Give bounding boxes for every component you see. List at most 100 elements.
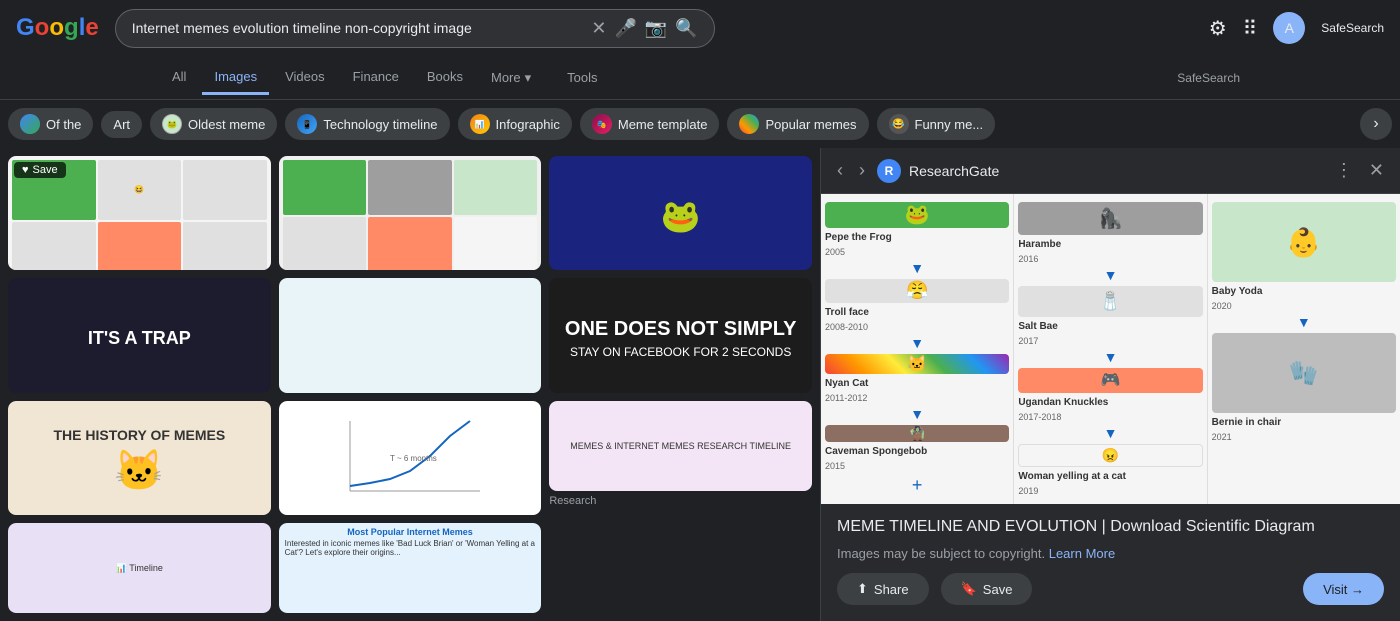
safesearch-label: SafeSearch [1321,21,1384,35]
save-button[interactable]: 🔖 Save [941,573,1033,605]
plus-icon: + [825,475,1009,496]
image-thumbnail-1: ♥ Save 😆 [8,156,271,270]
panel-header: ‹ › R ResearchGate ⋮ ✕ [821,148,1400,194]
ugandan-img: 🎮 [1018,368,1202,393]
learn-more-link[interactable]: Learn More [1049,546,1115,561]
nav-tabs: All Images Videos Finance Books More ▾ T… [0,56,1400,100]
chip-popular-icon [739,114,759,134]
tab-images[interactable]: Images [202,61,269,95]
chip-oldest-meme[interactable]: 🐸 Oldest meme [150,108,277,140]
chip-funny-memes[interactable]: 😂 Funny me... [877,108,996,140]
image-thumbnail-9: MEMES & INTERNET MEMES RESEARCH TIMELINE [549,401,812,491]
image-result-1[interactable]: ♥ Save 😆 R ResearchGate MEME TIMELINE AN… [8,156,271,270]
image-result-7[interactable]: THE HISTORY OF MEMES 🐱 ▼ Interrobang The… [8,401,271,515]
image-thumbnail-7: THE HISTORY OF MEMES 🐱 [8,401,271,515]
tools-button[interactable]: Tools [555,62,609,93]
chip-oldest-meme-icon: 🐸 [162,114,182,134]
panel-image-area: 🐸 Pepe the Frog 2005 ▼ 😤 Troll face 2008… [821,194,1400,504]
chip-infographic-icon: 📊 [470,114,490,134]
panel-copyright: Images may be subject to copyright. Lear… [837,546,1384,561]
chip-of-the-icon [20,114,40,134]
image-result-11[interactable]: Most Popular Internet Memes Interested i… [279,523,542,613]
image-thumbnail-10: 📊 Timeline [8,523,271,613]
heart-icon: ♥ [22,164,29,176]
apps-icon[interactable]: ⠿ [1243,16,1258,41]
woman-img: 😠 [1018,444,1202,467]
panel-more-button[interactable]: ⋮ [1331,156,1357,185]
image-result-10[interactable]: 📊 Timeline [8,523,271,613]
safesearch-nav: SafeSearch [1177,71,1240,85]
tab-videos[interactable]: Videos [273,61,337,95]
settings-icon[interactable]: ⚙ [1209,16,1227,41]
image-thumbnail-4: IT'S A TRAP [8,278,271,392]
arrow-1: ▼ [825,261,1009,275]
search-icon[interactable]: 🔍 [675,18,697,39]
save-badge[interactable]: ♥ Save [14,162,66,178]
chip-meme-template[interactable]: 🎭 Meme template [580,108,720,140]
chips-next-button[interactable]: › [1360,108,1392,140]
saltbae-img: 🧂 [1018,286,1202,317]
panel-col-2: 🦍 Harambe 2016 ▼ 🧂 Salt Bae 2017 ▼ 🎮 Uga… [1014,194,1207,504]
chip-of-the[interactable]: Of the [8,108,93,140]
image-grid: ♥ Save 😆 R ResearchGate MEME TIMELINE AN… [0,148,820,621]
search-input[interactable] [132,20,584,36]
arrow-5: ▼ [1018,350,1202,364]
image-result-4[interactable]: IT'S A TRAP T Timetoast History of Inter… [8,278,271,392]
panel-close-button[interactable]: ✕ [1365,156,1388,185]
chevron-down-icon: ▾ [525,70,532,86]
main-content: ♥ Save 😆 R ResearchGate MEME TIMELINE AN… [0,148,1400,621]
visit-button[interactable]: Visit → [1303,573,1384,605]
bookmark-icon: 🔖 [961,581,977,597]
image-result-3[interactable]: 🐸 r Reddit The History Of Me... [549,156,812,270]
image-thumbnail-3: 🐸 [549,156,812,270]
panel-title: MEME TIMELINE AND EVOLUTION | Download S… [837,516,1384,538]
header-right: ⚙ ⠿ A SafeSearch [1209,12,1384,44]
image-thumbnail-6: ONE DOES NOT SIMPLY STAY ON FACEBOOK FOR… [549,278,812,392]
image-thumbnail-5 [279,278,542,392]
caveman-img: 🧌 [825,425,1009,442]
microphone-icon[interactable]: 🎤 [614,18,636,39]
baby-yoda-img: 👶 [1212,202,1396,282]
image-source-9: Research [549,491,812,509]
chip-popular-memes[interactable]: Popular memes [727,108,868,140]
tab-more[interactable]: More ▾ [479,62,543,94]
panel-source-name: ResearchGate [909,163,1323,179]
share-icon: ⬆ [857,581,868,597]
camera-icon[interactable]: 📷 [645,18,667,39]
right-panel: ‹ › R ResearchGate ⋮ ✕ 🐸 Pepe the Frog 2… [820,148,1400,621]
chip-funny-icon: 😂 [889,114,909,134]
chip-meme-template-icon: 🎭 [592,114,612,134]
panel-next-button[interactable]: › [855,156,869,185]
arrow-4: ▼ [1018,268,1202,282]
image-thumbnail-8: T ~ 6 months [279,401,542,515]
tab-all[interactable]: All [160,61,198,95]
tab-books[interactable]: Books [415,61,475,95]
chip-technology-timeline[interactable]: 📱 Technology timeline [285,108,449,140]
svg-text:T ~ 6 months: T ~ 6 months [390,454,437,463]
search-bar: ✕ 🎤 📷 🔍 [115,9,715,48]
header: Google ✕ 🎤 📷 🔍 ⚙ ⠿ A SafeSearch [0,0,1400,56]
chip-infographic[interactable]: 📊 Infographic [458,108,572,140]
image-result-2[interactable]: R ResearchGate MEME TIMELINE AND ... [279,156,542,270]
arrow-6: ▼ [1018,426,1202,440]
panel-col-3: 👶 Baby Yoda 2020 ▼ 🧤 Bernie in chair 202… [1208,194,1400,504]
image-result-6[interactable]: ONE DOES NOT SIMPLY STAY ON FACEBOOK FOR… [549,278,812,392]
image-result-5[interactable]: G Global Nerdy Internet Memes Timeline :… [279,278,542,392]
panel-info: MEME TIMELINE AND EVOLUTION | Download S… [821,504,1400,617]
arrow-2: ▼ [825,336,1009,350]
panel-prev-button[interactable]: ‹ [833,156,847,185]
chip-art[interactable]: Art [101,111,142,138]
tab-finance[interactable]: Finance [341,61,411,95]
arrow-7: ▼ [1212,315,1396,329]
clear-icon[interactable]: ✕ [591,18,606,39]
panel-actions: ⬆ Share 🔖 Save Visit → [837,573,1384,605]
share-button[interactable]: ⬆ Share [837,573,929,605]
image-result-8[interactable]: T ~ 6 months N Nature memes evolution ..… [279,401,542,515]
image-result-9[interactable]: MEMES & INTERNET MEMES RESEARCH TIMELINE… [549,401,812,515]
image-thumbnail-2 [279,156,542,270]
chip-technology-icon: 📱 [297,114,317,134]
arrow-3: ▼ [825,407,1009,421]
filter-chips: Of the Art 🐸 Oldest meme 📱 Technology ti… [0,100,1400,148]
account-avatar[interactable]: A [1273,12,1305,44]
troll-img: 😤 [825,279,1009,303]
